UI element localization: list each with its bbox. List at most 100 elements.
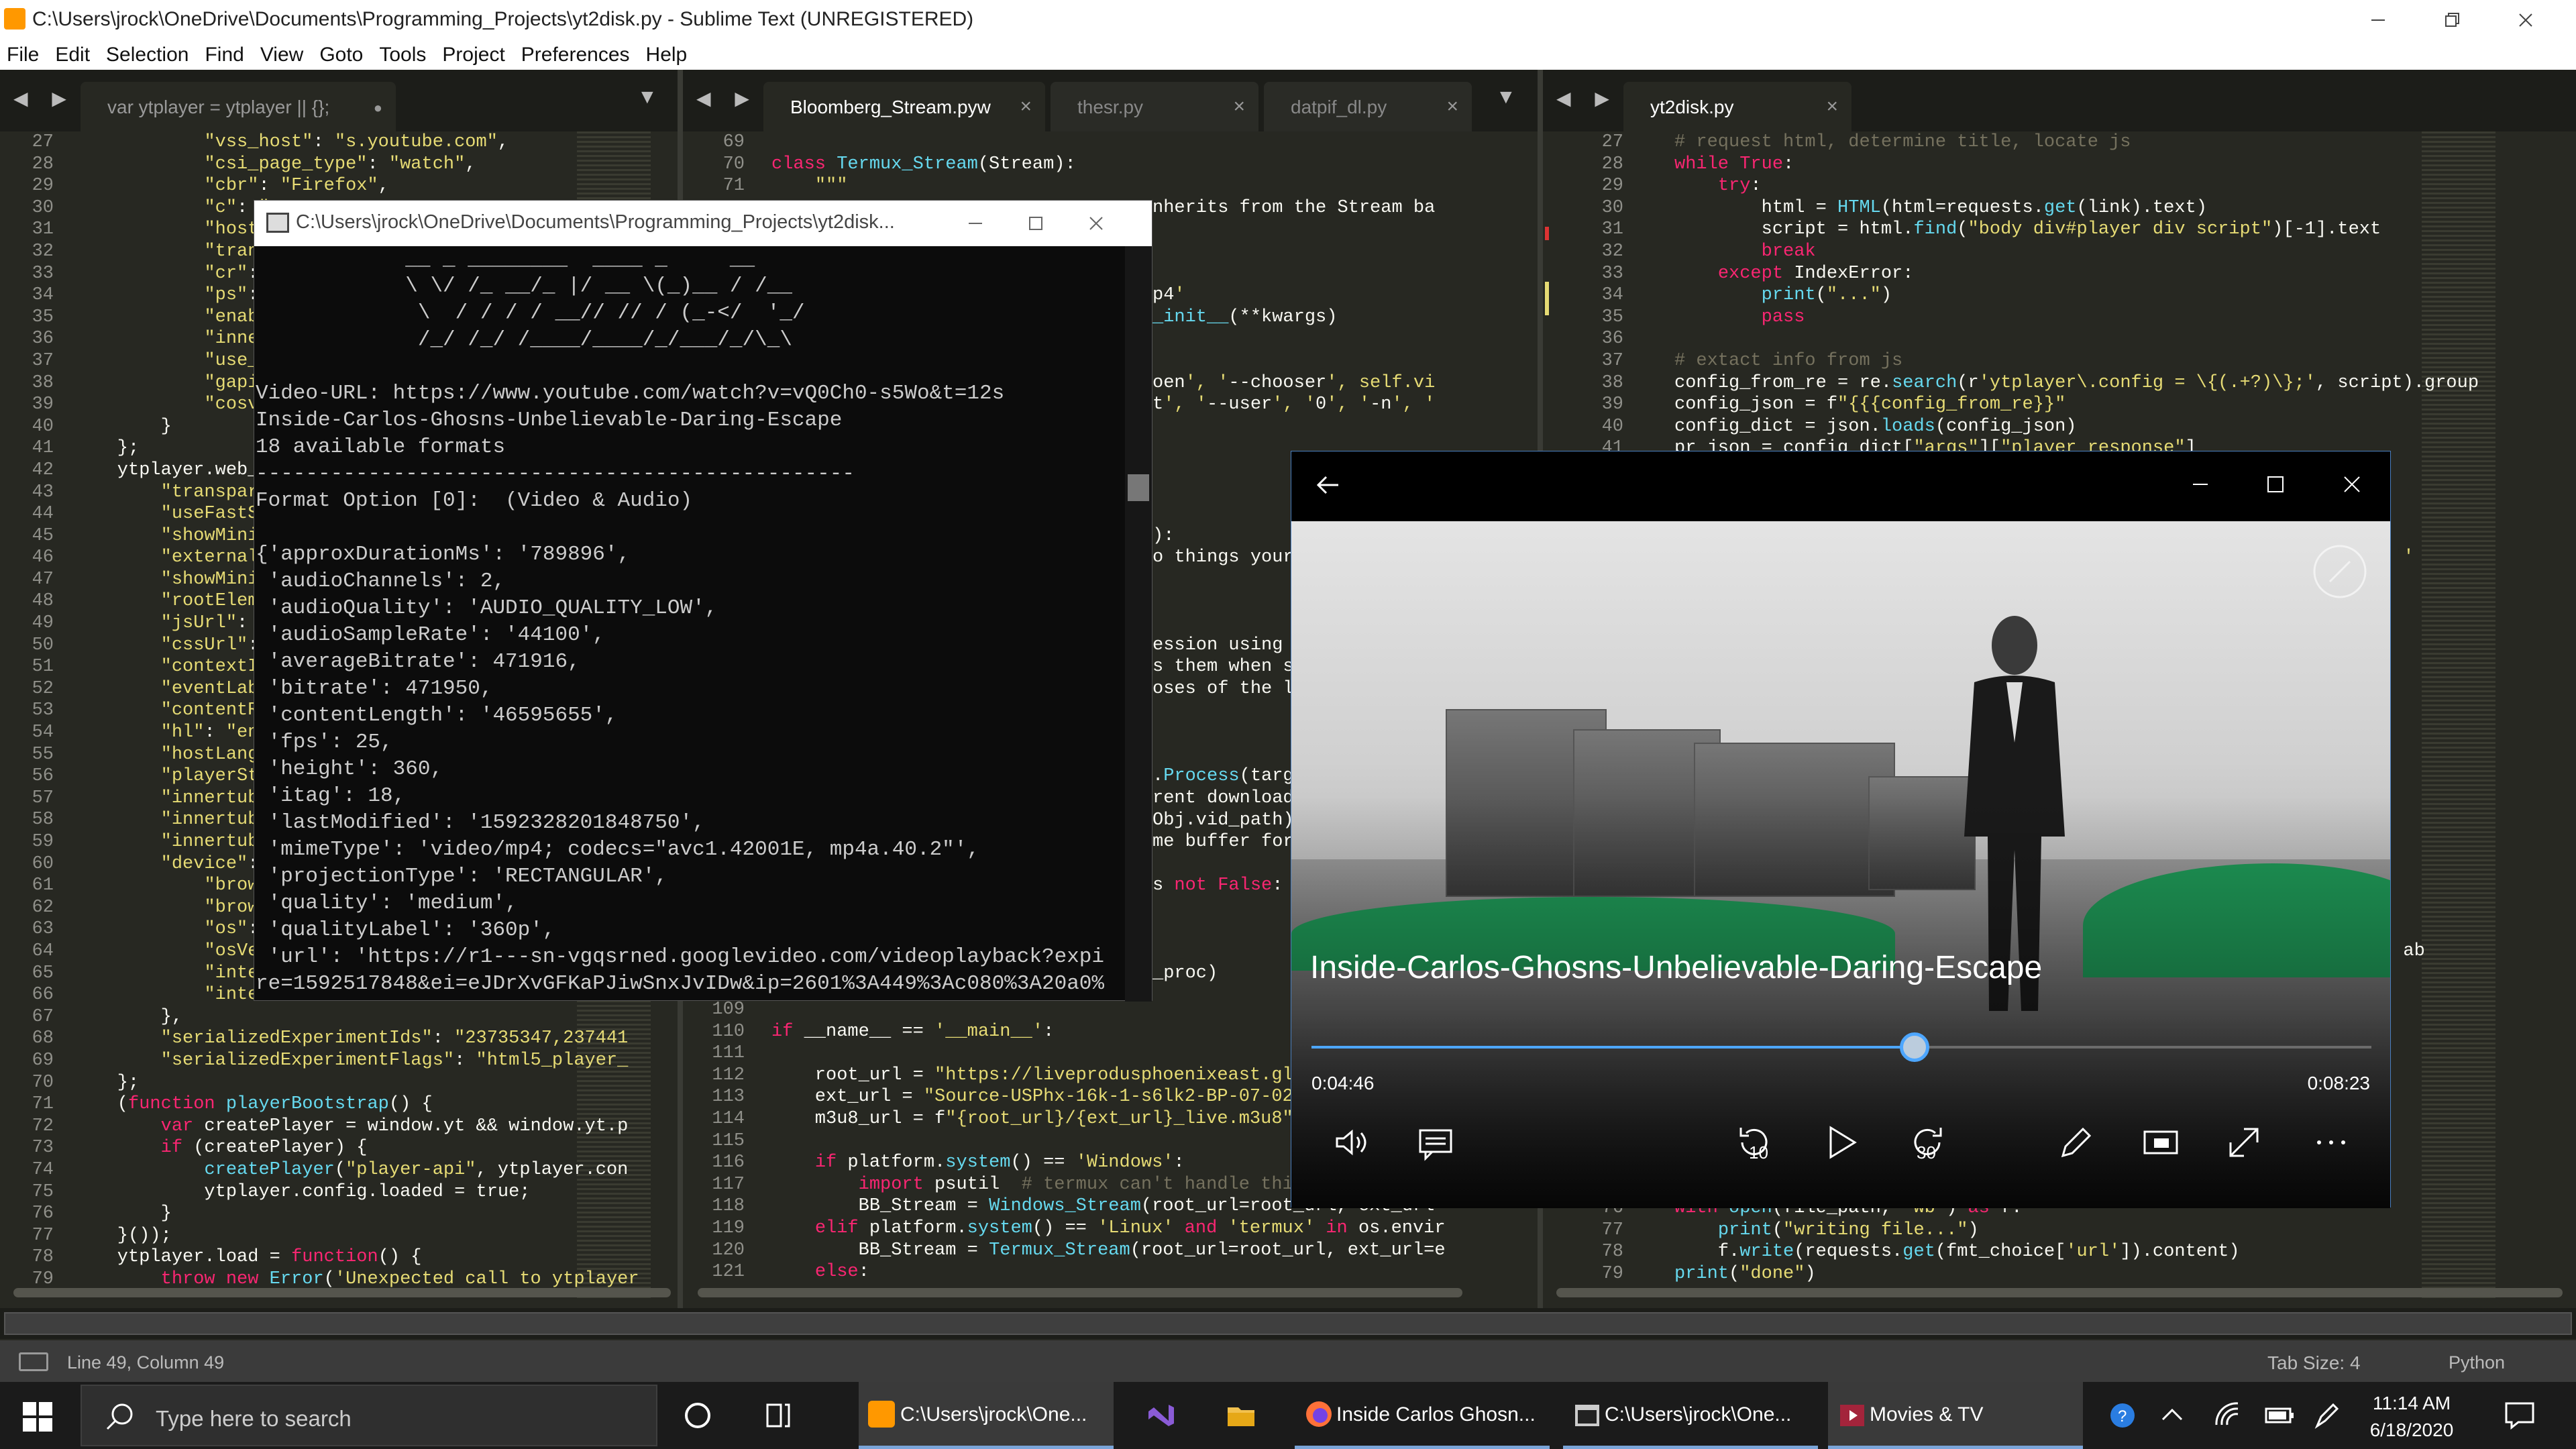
menu-edit[interactable]: Edit bbox=[55, 44, 90, 66]
taskbar-search-box[interactable]: Type here to search bbox=[80, 1385, 657, 1446]
close-tab-icon[interactable]: × bbox=[1020, 95, 1032, 118]
skip-forward-button[interactable]: 30 bbox=[1907, 1122, 1947, 1163]
video-frame[interactable] bbox=[1291, 521, 2390, 1208]
help-icon[interactable]: ? bbox=[2106, 1398, 2141, 1433]
code-line[interactable]: script = html.find("body div#player div … bbox=[1674, 219, 2479, 241]
unsaved-dot-icon[interactable]: ● bbox=[374, 99, 382, 117]
play-button[interactable] bbox=[1821, 1122, 1862, 1163]
code-fragment[interactable]: me buffer for bbox=[1152, 831, 1294, 853]
close-button[interactable] bbox=[2489, 0, 2563, 40]
console-output[interactable]: __ _ ________ ____ _ __ \ \/ /_ __/_ |/ … bbox=[254, 246, 1126, 1002]
chevron-up-icon[interactable] bbox=[2155, 1398, 2190, 1433]
console-scrollbar[interactable] bbox=[1125, 246, 1152, 1002]
tab-dropdown-icon[interactable]: ▼ bbox=[1496, 86, 1516, 109]
code-line[interactable]: }()); bbox=[74, 1225, 639, 1247]
code-line[interactable]: } bbox=[74, 1203, 639, 1225]
code-fragment[interactable]: _init__(**kwargs) bbox=[1152, 307, 1337, 329]
close-button[interactable] bbox=[1059, 203, 1133, 244]
code-fragment[interactable]: ): bbox=[1152, 525, 1174, 547]
taskbar-app-visual-studio[interactable] bbox=[1127, 1382, 1194, 1449]
code-line[interactable]: class Termux_Stream(Stream): bbox=[771, 154, 1076, 176]
code-line[interactable]: except IndexError: bbox=[1674, 263, 2479, 285]
code-fragment[interactable]: oses of the le bbox=[1152, 678, 1305, 700]
code-line[interactable]: if (createPlayer) { bbox=[74, 1137, 639, 1159]
syntax-setting[interactable]: Python bbox=[2449, 1352, 2505, 1373]
menu-tools[interactable]: Tools bbox=[379, 44, 426, 66]
code-fragment[interactable]: o things yours bbox=[1152, 547, 1305, 569]
windows-start-icon[interactable] bbox=[23, 1402, 52, 1432]
volume-icon[interactable] bbox=[1332, 1122, 1372, 1163]
code-line[interactable]: var createPlayer = window.yt && window.y… bbox=[74, 1116, 639, 1138]
minimap[interactable] bbox=[2422, 131, 2496, 1299]
taskbar-app-console[interactable]: C:\Users\jrock\One... bbox=[1563, 1382, 1818, 1449]
fullscreen-icon[interactable] bbox=[2224, 1122, 2264, 1163]
battery-icon[interactable] bbox=[2262, 1398, 2297, 1433]
menu-selection[interactable]: Selection bbox=[106, 44, 189, 66]
code-fragment[interactable]: ession using a bbox=[1152, 635, 1305, 657]
horizontal-scrollbar[interactable] bbox=[13, 1288, 671, 1297]
close-tab-icon[interactable]: × bbox=[1446, 95, 1458, 118]
code-fragment[interactable]: s them when st bbox=[1152, 656, 1305, 678]
captions-icon[interactable] bbox=[1416, 1122, 1456, 1163]
code-line[interactable]: elif platform.system() == 'Linux' and 't… bbox=[771, 1218, 1446, 1240]
code-line[interactable] bbox=[771, 131, 1076, 154]
cortana-icon[interactable] bbox=[671, 1382, 724, 1449]
horizontal-scrollbar[interactable] bbox=[698, 1288, 1462, 1297]
code-line[interactable]: print("writing file...") bbox=[1674, 1220, 2240, 1242]
horizontal-scrollbar[interactable] bbox=[1556, 1288, 2563, 1297]
pen-icon[interactable] bbox=[2310, 1398, 2345, 1433]
task-view-icon[interactable] bbox=[751, 1382, 805, 1449]
code-line[interactable]: "vss_host": "s.youtube.com", bbox=[74, 131, 639, 154]
code-line[interactable]: print("...") bbox=[1674, 284, 2479, 307]
code-line[interactable]: try: bbox=[1674, 175, 2479, 197]
close-button[interactable] bbox=[2342, 474, 2362, 494]
code-fragment[interactable]: _proc) bbox=[1152, 963, 1218, 985]
code-fragment[interactable]: s not False: bbox=[1152, 875, 1283, 897]
tab-ytplayer-js[interactable]: var ytplayer = ytplayer || {}; ● bbox=[80, 82, 396, 131]
tab-yt2disk[interactable]: yt2disk.py × bbox=[1623, 82, 1851, 131]
code-line[interactable]: pass bbox=[1674, 307, 2479, 329]
tab-datpif-dl[interactable]: datpif_dl.py × bbox=[1264, 82, 1472, 131]
seek-bar[interactable] bbox=[1311, 1032, 2371, 1062]
code-line[interactable]: (function playerBootstrap() { bbox=[74, 1093, 639, 1116]
maximize-button[interactable] bbox=[2265, 474, 2286, 494]
code-fragment[interactable]: .Process(targe bbox=[1152, 765, 1305, 788]
tab-nav-arrows[interactable]: ◀ ▶ bbox=[696, 87, 759, 109]
code-line[interactable]: "serializedExperimentIds": "23735347,237… bbox=[74, 1028, 639, 1050]
mini-view-icon[interactable] bbox=[2141, 1122, 2181, 1163]
code-fragment[interactable]: rent download bbox=[1152, 788, 1294, 810]
menu-project[interactable]: Project bbox=[442, 44, 504, 66]
code-line[interactable]: }; bbox=[74, 1072, 639, 1094]
code-line[interactable]: f.write(requests.get(fmt_choice['url']).… bbox=[1674, 1241, 2240, 1263]
tab-nav-arrows[interactable]: ◀ ▶ bbox=[1556, 87, 1619, 109]
taskbar-app-firefox[interactable]: Inside Carlos Ghosn... bbox=[1295, 1382, 1550, 1449]
taskbar-app-explorer[interactable] bbox=[1208, 1382, 1275, 1449]
code-fragment[interactable]: Obj.vid_path) bbox=[1152, 810, 1294, 832]
system-clock[interactable]: 11:14 AM 6/18/2020 bbox=[2361, 1390, 2462, 1444]
code-line[interactable]: while True: bbox=[1674, 154, 2479, 176]
code-line[interactable]: print("done") bbox=[1674, 1263, 2240, 1285]
panel-toggle-icon[interactable] bbox=[19, 1352, 48, 1371]
code-fragment[interactable]: t', '--user', '0', '-n', ' bbox=[1152, 394, 1435, 416]
close-tab-icon[interactable]: × bbox=[1826, 95, 1838, 118]
menu-preferences[interactable]: Preferences bbox=[521, 44, 630, 66]
notification-icon[interactable] bbox=[2502, 1398, 2537, 1433]
code-fragment[interactable]: nherits from the Stream ba bbox=[1152, 197, 1435, 219]
code-line[interactable]: break bbox=[1674, 241, 2479, 263]
skip-back-button[interactable]: 10 bbox=[1734, 1122, 1774, 1163]
tab-nav-arrows[interactable]: ◀ ▶ bbox=[13, 87, 76, 109]
seek-bar-thumb[interactable] bbox=[1900, 1032, 1930, 1062]
code-area-bottom[interactable]: with open(file_path, "wb") as f: print("… bbox=[1674, 1197, 2240, 1285]
code-line[interactable]: # request html, determine title, locate … bbox=[1674, 131, 2479, 154]
code-fragment[interactable]: oen', '--chooser', self.vi bbox=[1152, 372, 1435, 394]
taskbar-app-sublime[interactable]: C:\Users\jrock\One... bbox=[859, 1382, 1114, 1449]
code-line[interactable] bbox=[1674, 328, 2479, 350]
code-line[interactable]: config_from_re = re.search(r'ytplayer\.c… bbox=[1674, 372, 2479, 394]
restore-button[interactable] bbox=[2415, 0, 2489, 40]
code-line[interactable]: }, bbox=[74, 1006, 639, 1028]
code-line[interactable]: config_json = f"{{{config_from_re}}" bbox=[1674, 394, 2479, 416]
wifi-icon[interactable] bbox=[2211, 1398, 2246, 1433]
code-line[interactable]: BB_Stream = Termux_Stream(root_url=root_… bbox=[771, 1240, 1446, 1262]
more-options-icon[interactable] bbox=[2311, 1122, 2351, 1163]
code-line[interactable]: "cbr": "Firefox", bbox=[74, 175, 639, 197]
